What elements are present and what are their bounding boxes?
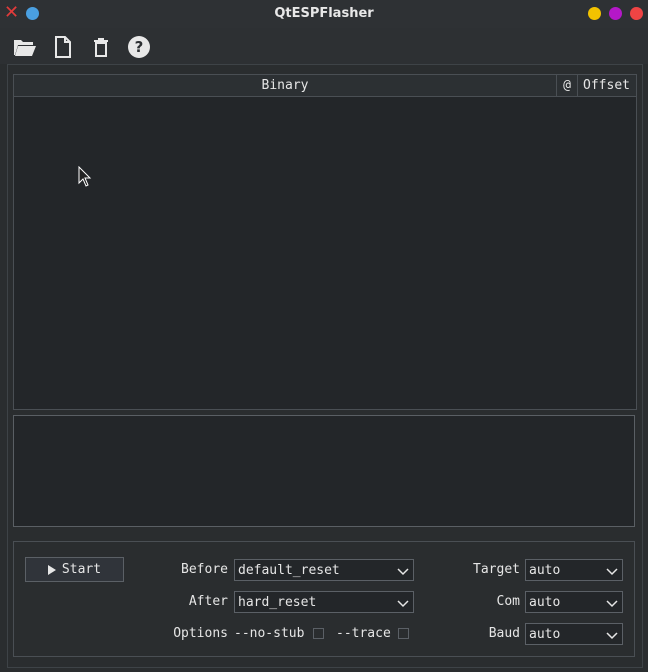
trace-label: --trace	[336, 626, 391, 641]
after-label: After	[188, 594, 228, 609]
column-header-binary[interactable]: Binary	[14, 75, 557, 96]
column-header-offset[interactable]: Offset	[578, 75, 635, 96]
before-select-value: default_reset	[238, 563, 340, 578]
chevron-down-icon	[606, 600, 618, 608]
baud-select-value: auto	[529, 627, 561, 642]
title-bar: ✕ QtESPFlasher	[0, 0, 648, 28]
maximize-button[interactable]	[609, 7, 622, 20]
window-title: QtESPFlasher	[274, 6, 374, 21]
after-select[interactable]: hard_reset	[234, 591, 414, 613]
new-file-icon[interactable]	[50, 34, 76, 60]
start-button-label: Start	[61, 562, 102, 577]
log-output[interactable]	[13, 415, 635, 527]
trash-icon[interactable]	[88, 34, 114, 60]
help-icon[interactable]: ?	[126, 34, 152, 60]
mouse-cursor-icon	[78, 165, 92, 192]
baud-label: Baud	[488, 626, 520, 641]
com-select[interactable]: auto	[525, 591, 623, 613]
trace-checkbox[interactable]	[398, 628, 409, 639]
com-select-value: auto	[529, 595, 561, 610]
start-button[interactable]: Start	[25, 557, 124, 582]
chevron-down-icon	[397, 600, 409, 608]
column-header-at[interactable]: @	[557, 75, 578, 96]
toolbar: ?	[0, 28, 648, 64]
target-label: Target	[473, 562, 520, 577]
target-select[interactable]: auto	[525, 559, 623, 581]
minimize-button[interactable]	[588, 7, 601, 20]
svg-text:?: ?	[135, 38, 144, 56]
no-stub-label: --no-stub	[234, 626, 305, 641]
no-stub-checkbox[interactable]	[313, 628, 324, 639]
chevron-down-icon	[397, 568, 409, 576]
target-select-value: auto	[529, 563, 561, 578]
chevron-down-icon	[606, 568, 618, 576]
com-label: Com	[496, 594, 520, 609]
after-select-value: hard_reset	[238, 595, 317, 610]
before-select[interactable]: default_reset	[234, 559, 414, 581]
window-close-button[interactable]	[630, 7, 643, 20]
binary-table[interactable]: Binary @ Offset	[13, 74, 637, 410]
play-icon	[47, 564, 56, 575]
chevron-down-icon	[606, 632, 618, 640]
open-folder-icon[interactable]	[12, 34, 38, 60]
table-header: Binary @ Offset	[14, 75, 636, 97]
baud-select[interactable]: auto	[525, 623, 623, 645]
before-label: Before	[181, 562, 228, 577]
options-label: Options	[173, 626, 228, 641]
